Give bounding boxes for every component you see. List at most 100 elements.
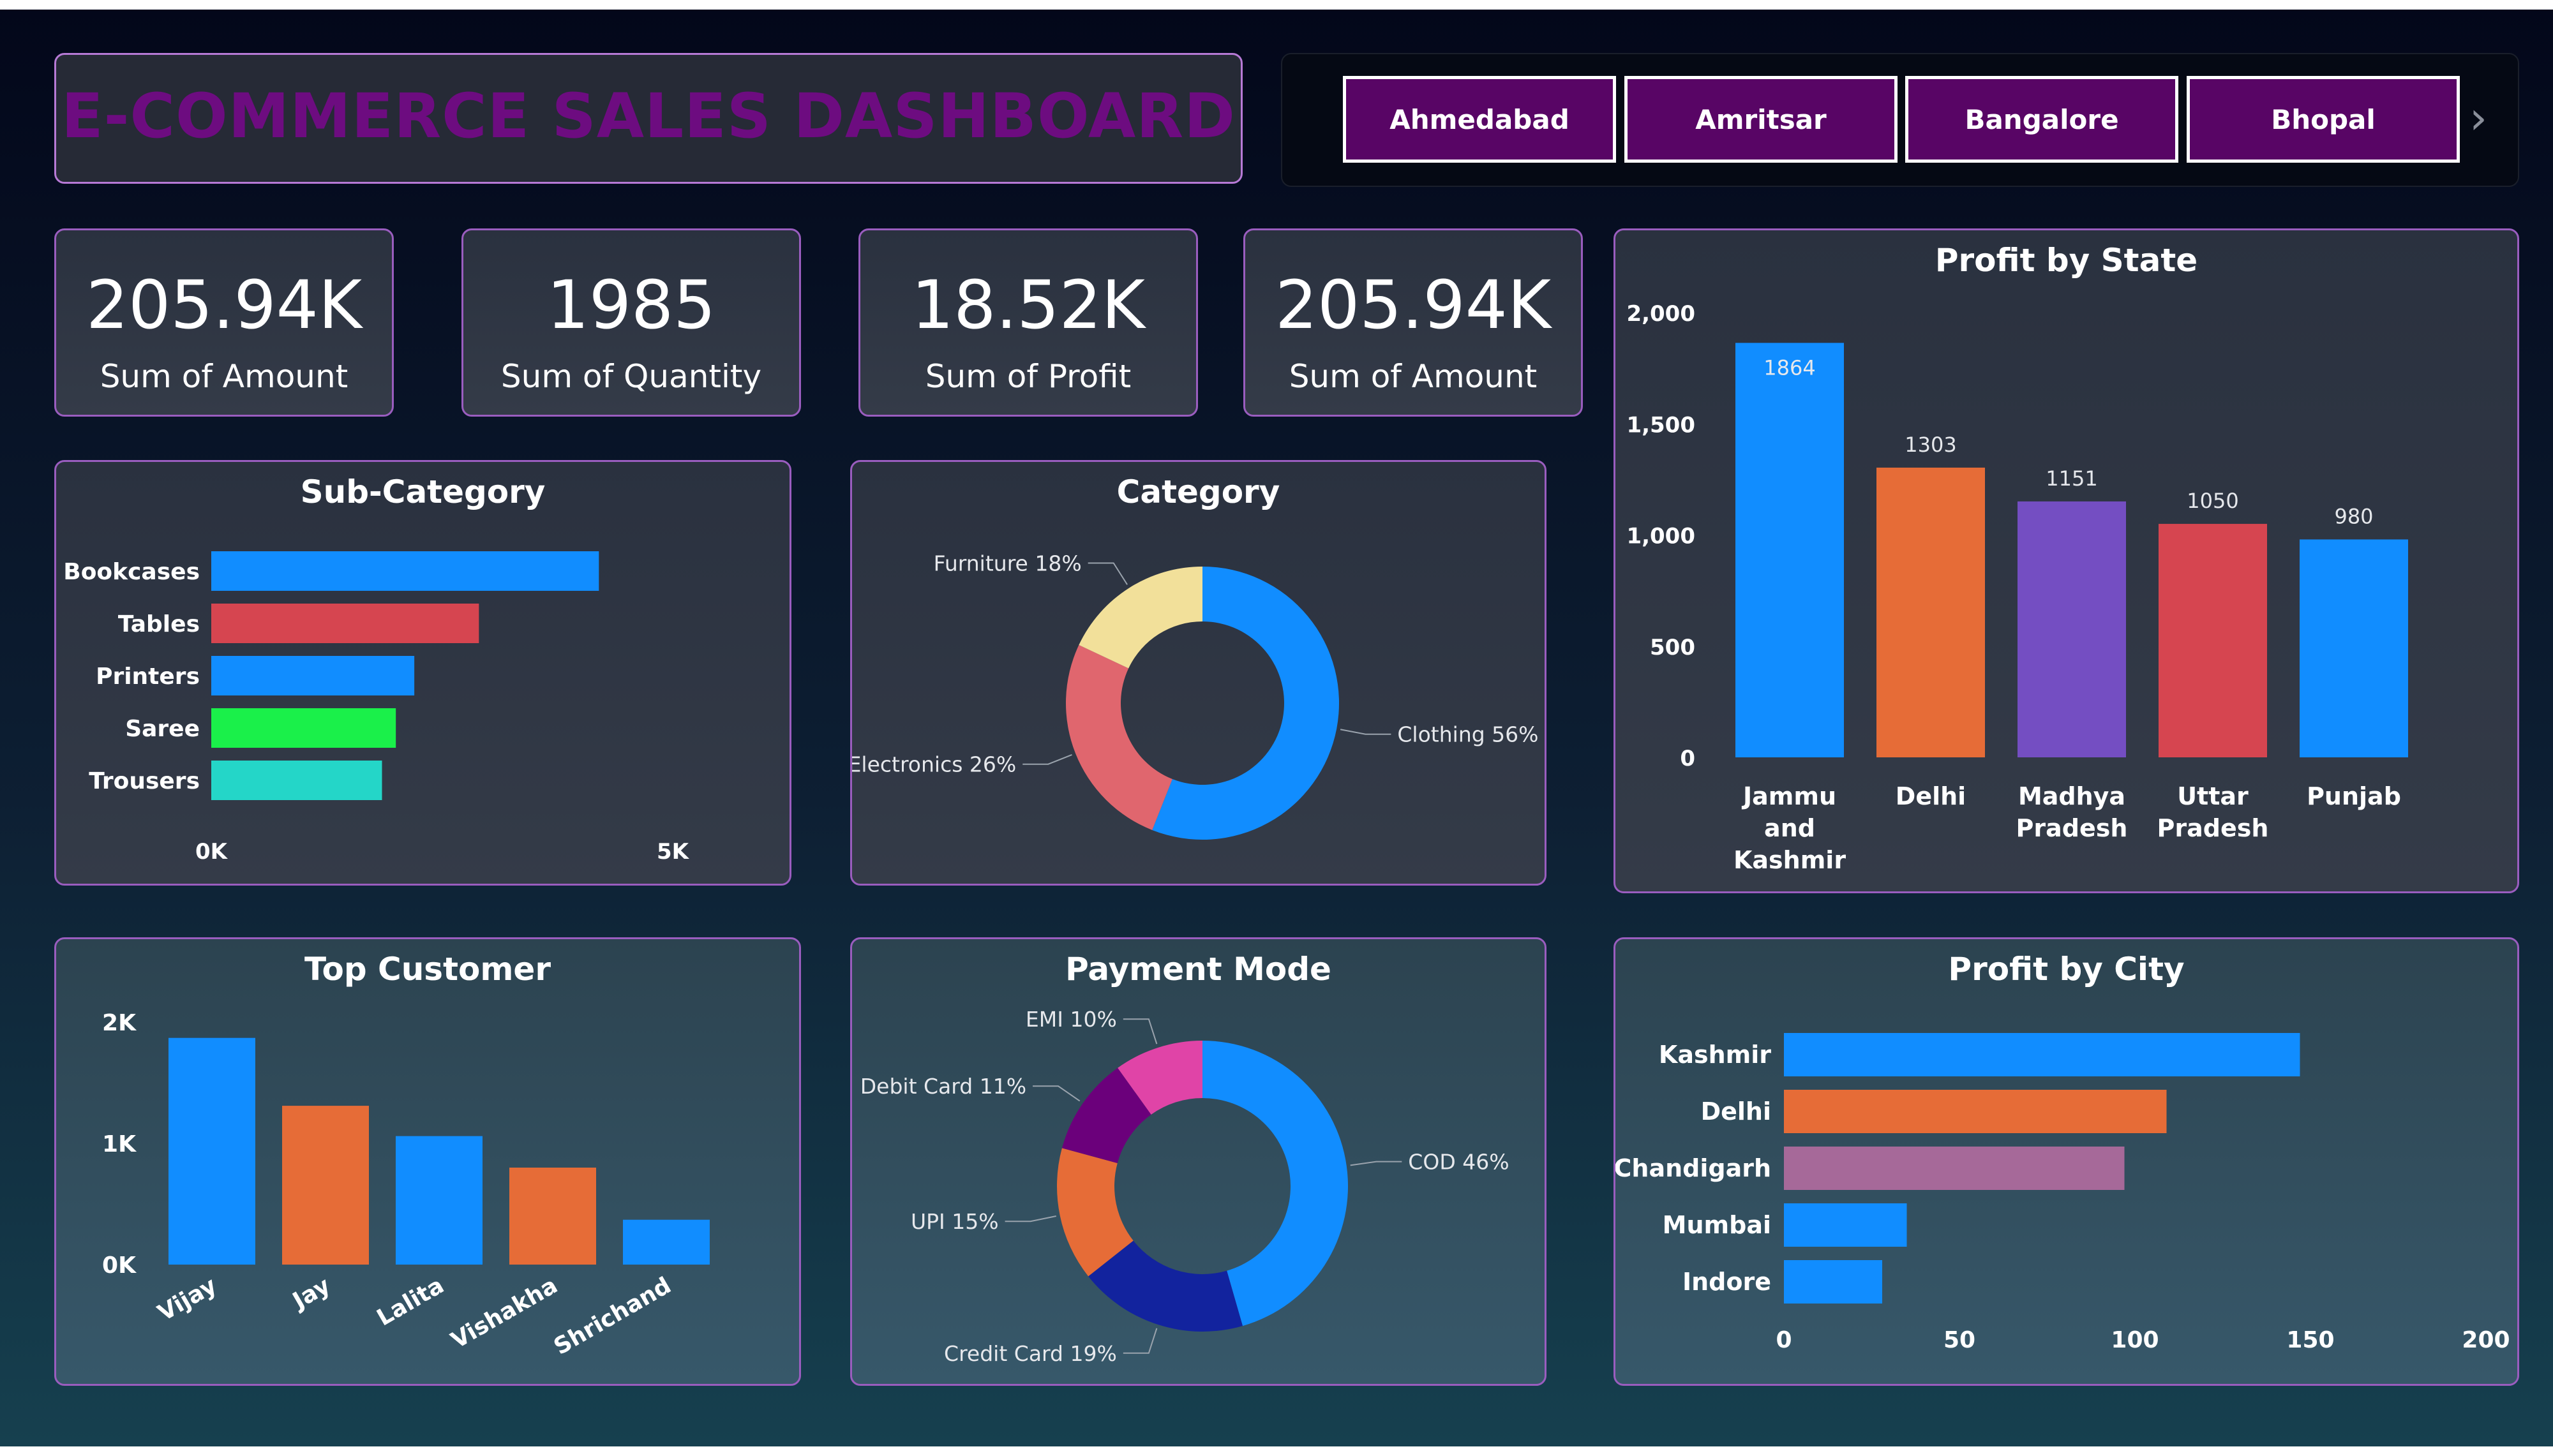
bar	[211, 761, 382, 800]
category-panel: Category Clothing 56% Electronics 26% Furn…	[850, 460, 1546, 886]
category-label: Vishakha	[447, 1272, 562, 1354]
donut-slice	[1066, 644, 1172, 830]
kpi-card-quantity: 1985 Sum of Quantity	[461, 228, 801, 417]
leader-line	[1022, 754, 1072, 765]
profit-by-city-panel: Profit by City Kashmir Delhi Chandigarh Mum…	[1613, 937, 2519, 1386]
data-label: 1151	[2046, 466, 2097, 491]
category-label: Shrichand	[550, 1272, 675, 1360]
tick-label: 1K	[102, 1131, 137, 1157]
bar	[1735, 343, 1844, 757]
leader-line	[1123, 1328, 1158, 1354]
slicer-city-button[interactable]: Bangalore	[1905, 76, 2178, 163]
category-label: Kashmir	[1733, 846, 1846, 874]
category-label: Printers	[96, 664, 200, 690]
slicer-city-button[interactable]: Amritsar	[1624, 76, 1898, 163]
profit-by-state-chart: 0 500 1,000 1,500 2,000 1864 Jammu and Kashmir 13…	[1626, 301, 2408, 874]
category-label: Saree	[125, 716, 200, 742]
bar	[211, 656, 415, 695]
kpi-value: 205.94K	[86, 266, 363, 344]
kpi-value: 205.94K	[1275, 266, 1552, 344]
category-label: Madhya	[2018, 782, 2125, 810]
category-label: Jammu	[1741, 782, 1836, 810]
leader-line	[1123, 1018, 1158, 1044]
category-donut-chart: Clothing 56% Electronics 26% Furniture 18%	[852, 551, 1539, 840]
slicer-city-button[interactable]: Bhopal	[2187, 76, 2460, 163]
profit-by-state-panel: Profit by State 0 500 1,000 1,500 2,000 1864 J…	[1613, 228, 2519, 893]
category-label: Trousers	[89, 768, 200, 794]
category-label: Mumbai	[1663, 1211, 1771, 1239]
category-label: Indore	[1682, 1268, 1771, 1296]
tick-label: 150	[2286, 1327, 2334, 1353]
bar	[1784, 1090, 2167, 1133]
top-customer-panel: Top Customer 0K 1K 2K Vijay Jay Lalita Vishakh…	[54, 937, 801, 1386]
kpi-label: Sum of Amount	[1289, 358, 1538, 395]
tick-label: 0K	[195, 839, 228, 865]
tick-label: 50	[1943, 1327, 1975, 1353]
data-label: COD 46%	[1408, 1150, 1509, 1175]
category-label: Tables	[118, 611, 200, 637]
chevron-right-icon[interactable]: ›	[2469, 93, 2487, 144]
leader-line	[1005, 1215, 1056, 1222]
bar	[1784, 1260, 1882, 1304]
sub-category-panel: Sub-Category Bookcases Tables Printers Sare…	[54, 460, 791, 886]
data-label: 1303	[1905, 433, 1956, 457]
bar	[1784, 1147, 2125, 1190]
kpi-value: 18.52K	[911, 266, 1145, 344]
kpi-card-amount-2: 205.94K Sum of Amount	[1243, 228, 1583, 417]
bar	[2300, 539, 2408, 757]
bar	[211, 708, 396, 748]
dashboard-canvas: E-COMMERCE SALES DASHBOARD Ahmedabad Amr…	[0, 10, 2553, 1446]
category-label: Pradesh	[2016, 814, 2128, 842]
category-label: Lalita	[373, 1272, 449, 1331]
kpi-card-amount: 205.94K Sum of Amount	[54, 228, 394, 417]
category-label: Delhi	[1701, 1097, 1771, 1125]
tick-label: 0	[1680, 746, 1695, 771]
tick-label: 1,000	[1626, 524, 1695, 549]
kpi-label: Sum of Profit	[925, 358, 1132, 395]
bar	[509, 1168, 596, 1265]
tick-label: 1,500	[1626, 412, 1695, 438]
category-label: and	[1764, 814, 1815, 842]
bar	[623, 1219, 710, 1265]
data-label: Furniture 18%	[934, 551, 1082, 576]
data-label: 1864	[1763, 355, 1815, 380]
kpi-card-profit: 18.52K Sum of Profit	[858, 228, 1198, 417]
kpi-value: 1985	[546, 266, 716, 344]
payment-mode-donut-chart: COD 46% Credit Card 19% UPI 15% Debit Card …	[860, 1007, 1509, 1366]
category-label: Chandigarh	[1615, 1154, 1771, 1182]
slicer-city-button[interactable]: Ahmedabad	[1343, 76, 1616, 163]
category-label: Delhi	[1896, 782, 1966, 810]
tick-label: 0	[1776, 1327, 1792, 1353]
tick-label: 200	[2462, 1327, 2510, 1353]
leader-line	[1033, 1085, 1081, 1102]
tick-label: 2,000	[1626, 301, 1695, 327]
bar	[1784, 1203, 1907, 1247]
kpi-label: Sum of Amount	[100, 358, 348, 395]
tick-label: 100	[2111, 1327, 2159, 1353]
category-label: Pradesh	[2157, 814, 2269, 842]
donut-slice	[1079, 567, 1202, 669]
data-label: Electronics 26%	[852, 752, 1016, 777]
tick-label: 0K	[102, 1252, 137, 1279]
bar	[282, 1106, 369, 1265]
city-slicer: Ahmedabad Amritsar Bangalore Bhopal ›	[1281, 53, 2519, 187]
category-label: Punjab	[2307, 782, 2401, 810]
leader-line	[1350, 1161, 1402, 1166]
kpi-label: Sum of Quantity	[500, 358, 762, 395]
bar	[211, 604, 479, 643]
data-label: EMI 10%	[1026, 1007, 1117, 1032]
data-label: UPI 15%	[911, 1209, 999, 1234]
tick-label: 500	[1650, 635, 1695, 660]
data-label: 1050	[2187, 489, 2238, 513]
category-label: Uttar	[2177, 782, 2249, 810]
data-label: Clothing 56%	[1397, 722, 1538, 747]
tick-label: 5K	[657, 839, 690, 865]
sub-category-chart: Bookcases Tables Printers Saree Trousers 0K 5K	[63, 551, 690, 865]
top-customer-chart: 0K 1K 2K Vijay Jay LalitaVishakhaShrichand	[102, 1010, 710, 1360]
payment-mode-panel: Payment Mode COD 46% Credit Card 19% UPI 1…	[850, 937, 1546, 1386]
dashboard-title: E-COMMERCE SALES DASHBOARD	[61, 80, 1236, 152]
bar	[211, 551, 599, 591]
category-label: Bookcases	[63, 559, 200, 585]
tick-label: 2K	[102, 1010, 137, 1036]
profit-by-city-chart: Kashmir Delhi Chandigarh Mumbai Indore 0 50 100…	[1615, 1033, 2510, 1353]
